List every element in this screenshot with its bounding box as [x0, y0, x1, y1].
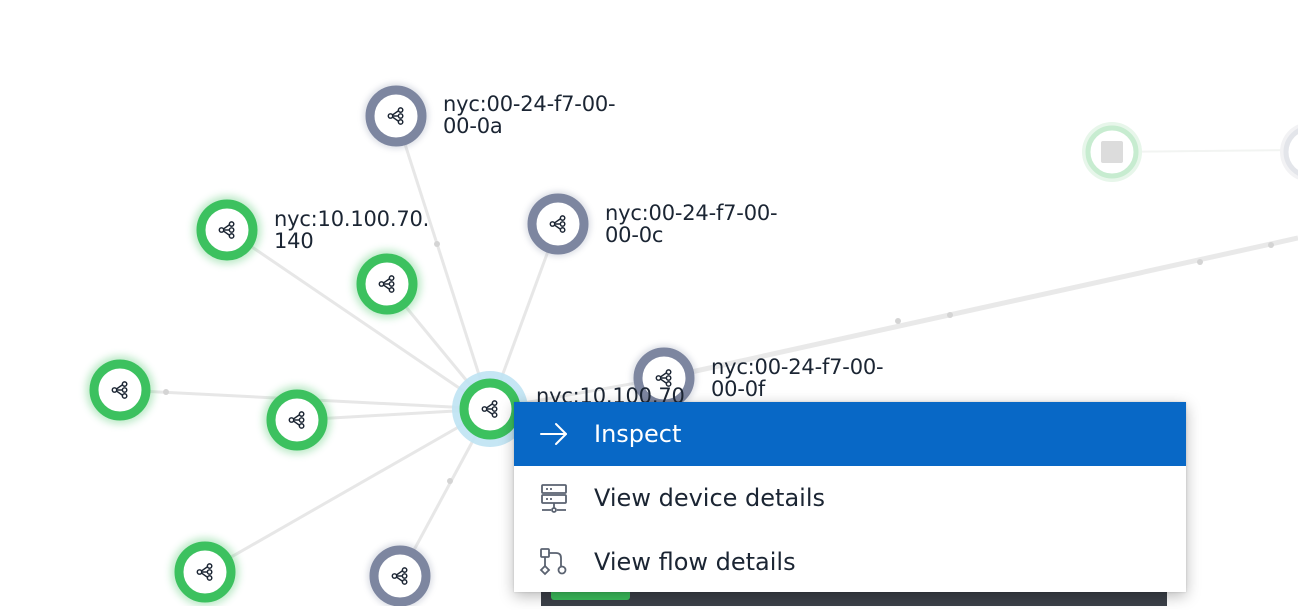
menu-item-inspect[interactable]: Inspect	[514, 402, 1186, 466]
node-10-100-70-140[interactable]	[193, 196, 261, 264]
flow-details-icon	[539, 548, 567, 576]
menu-item-label: View flow details	[594, 548, 796, 576]
menu-item-view-flow-details[interactable]: View flow details	[514, 530, 1186, 594]
device-details-icon	[541, 484, 567, 513]
edge-dot	[1268, 242, 1274, 248]
edge-dot	[434, 241, 440, 247]
menu-item-label: View device details	[594, 484, 825, 512]
edge-dot	[895, 318, 901, 324]
square-icon	[1101, 141, 1123, 163]
context-menu: Inspect View device details View flow de…	[514, 402, 1186, 592]
edge-dot	[163, 389, 169, 395]
topology-canvas[interactable]: nyc:00-24-f7-00- 00-0a nyc:10.100.70. 14…	[0, 0, 1298, 609]
node-green-b[interactable]	[86, 356, 154, 424]
faded-node-edge[interactable]	[1280, 122, 1298, 182]
faded-node[interactable]	[1082, 122, 1142, 182]
node-00-24-f7-00-00-0c[interactable]	[525, 191, 591, 257]
arrow-right-icon	[540, 423, 567, 445]
menu-item-label: Inspect	[594, 420, 682, 448]
node-label-140: nyc:10.100.70. 140	[274, 207, 430, 253]
node-label-0f: nyc:00-24-f7-00- 00-0f	[711, 355, 884, 401]
menu-item-view-device-details[interactable]: View device details	[514, 466, 1186, 530]
node-green-a[interactable]	[353, 250, 421, 318]
node-gray-bottom[interactable]	[367, 543, 433, 609]
edge	[226, 228, 491, 411]
node-label-0c: nyc:00-24-f7-00- 00-0c	[605, 201, 778, 247]
edge-dot	[447, 478, 453, 484]
node-label-0a: nyc:00-24-f7-00- 00-0a	[443, 92, 616, 138]
edge-dot	[1197, 259, 1203, 265]
node-green-d[interactable]	[171, 538, 239, 606]
edge-dot	[947, 312, 953, 318]
node-green-c[interactable]	[263, 386, 331, 454]
node-00-24-f7-00-00-0a[interactable]	[363, 83, 429, 149]
